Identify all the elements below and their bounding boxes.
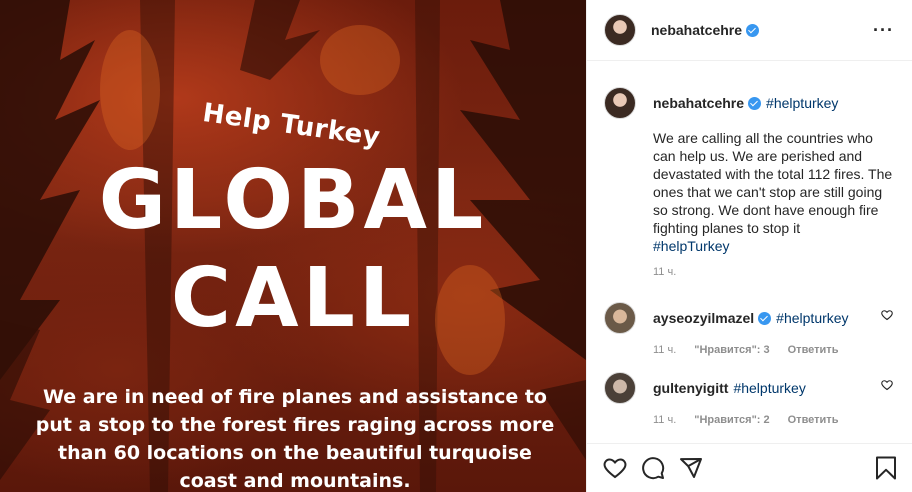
post-image[interactable]: Help Turkey GLOBAL CALL We are in need o… [0,0,586,492]
image-headline-global: GLOBAL [98,153,488,248]
commenter-username[interactable]: ayseozyilmazel [653,310,754,326]
author-username[interactable]: nebahatcehre [651,22,742,38]
caption-hashtag-link[interactable]: #helpturkey [766,95,838,111]
comment-item: gultenyigitt #helpturkey 11 ч. "Нравится… [604,372,896,426]
comment-hashtag-link[interactable]: #helpturkey [733,380,805,396]
caption-text: We are calling all the countries who can… [653,129,893,255]
comment-likes[interactable]: "Нравится": 2 [694,414,769,426]
post-header: nebahatcehre ··· [587,0,912,61]
caption-avatar[interactable] [604,87,636,119]
comment-like-heart-icon[interactable] [881,379,893,391]
caption-body: We are calling all the countries who can… [653,130,893,236]
post-actions-bar [587,443,912,492]
caption: nebahatcehre #helpturkey We are calling … [604,87,896,255]
image-body-text: We are in need of fire planes and assist… [35,386,555,492]
reply-button[interactable]: Ответить [788,414,839,426]
comment-likes[interactable]: "Нравится": 3 [694,344,769,356]
post-side-panel: nebahatcehre ··· nebahatcehre #helpturke… [586,0,912,492]
caption-username[interactable]: nebahatcehre [653,95,744,111]
author-avatar[interactable] [604,14,636,46]
verified-badge-icon [746,23,760,37]
share-icon[interactable] [679,456,703,480]
more-options-icon[interactable]: ··· [873,20,894,41]
comment-timestamp[interactable]: 11 ч. [653,414,676,426]
instagram-post-view: Help Turkey GLOBAL CALL We are in need o… [0,0,912,492]
verified-badge-icon [748,96,762,110]
comment-item: ayseozyilmazel #helpturkey 11 ч. "Нравит… [604,302,896,356]
comment-like-heart-icon[interactable] [881,309,893,321]
comment-icon[interactable] [641,456,665,480]
verified-badge-icon [758,311,772,325]
image-headline-call: CALL [170,251,416,346]
commenter-avatar[interactable] [604,302,636,334]
comment-timestamp[interactable]: 11 ч. [653,344,676,356]
comment-hashtag-link[interactable]: #helpturkey [776,310,848,326]
commenter-avatar[interactable] [604,372,636,404]
bookmark-icon[interactable] [875,456,897,480]
heart-icon[interactable] [603,456,627,480]
commenter-username[interactable]: gultenyigitt [653,380,728,396]
caption-tag-link[interactable]: #helpTurkey [653,237,893,255]
caption-timestamp[interactable]: 11 ч. [653,266,676,278]
reply-button[interactable]: Ответить [788,344,839,356]
